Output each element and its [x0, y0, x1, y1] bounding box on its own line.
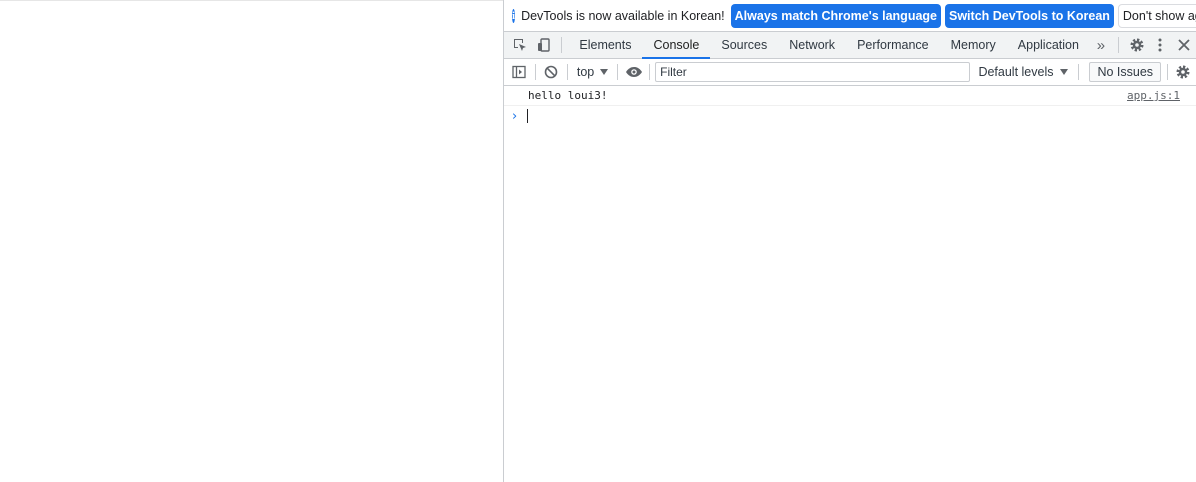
tab-bar-separator	[1117, 37, 1119, 53]
prompt-chevron-icon: ›	[512, 108, 518, 124]
tab-elements[interactable]: Elements	[568, 32, 642, 58]
device-toolbar-icon[interactable]	[532, 32, 556, 58]
text-cursor	[527, 109, 528, 123]
console-toolbar: top Default levels No Issues	[504, 59, 1196, 86]
inspect-element-icon[interactable]	[508, 32, 532, 58]
devtools-panel: i DevTools is now available in Korean! A…	[504, 0, 1196, 482]
console-output: hello loui3! app.js:1 ›	[504, 86, 1196, 482]
switch-to-korean-button[interactable]: Switch DevTools to Korean	[945, 3, 1114, 28]
info-icon: i	[512, 8, 516, 23]
toolbar-separator	[617, 64, 619, 80]
toolbar-separator	[534, 64, 536, 80]
toolbar-separator	[566, 64, 568, 80]
issues-button[interactable]: No Issues	[1089, 62, 1162, 82]
log-levels-dropdown[interactable]: Default levels	[978, 59, 1068, 85]
console-prompt[interactable]: ›	[504, 106, 1196, 126]
live-expression-eye-icon[interactable]	[621, 59, 646, 85]
tab-network[interactable]: Network	[778, 32, 846, 58]
sidebar-toggle-icon[interactable]	[507, 59, 532, 85]
always-match-language-button[interactable]: Always match Chrome's language	[730, 3, 941, 28]
dont-show-again-button[interactable]: Don't show again	[1117, 3, 1196, 28]
toolbar-separator	[649, 64, 651, 80]
console-settings-icon[interactable]	[1171, 59, 1196, 85]
more-tabs-icon[interactable]: »	[1090, 37, 1112, 54]
settings-gear-icon[interactable]	[1125, 32, 1149, 58]
tab-sources[interactable]: Sources	[710, 32, 778, 58]
infobar-message: DevTools is now available in Korean!	[521, 8, 725, 23]
log-levels-label: Default levels	[978, 65, 1054, 79]
toolbar-separator	[1077, 64, 1079, 80]
console-message: hello loui3! app.js:1	[504, 86, 1196, 106]
tab-bar-separator	[561, 37, 563, 53]
inspected-page-viewport	[0, 0, 503, 482]
toolbar-separator	[1167, 64, 1168, 80]
kebab-menu-icon[interactable]	[1148, 32, 1172, 58]
tab-memory[interactable]: Memory	[940, 32, 1007, 58]
chevron-down-icon	[600, 69, 609, 75]
console-message-source-link[interactable]: app.js:1	[1127, 89, 1196, 102]
console-filter-input[interactable]	[655, 62, 971, 82]
devtools-tab-bar: Elements Console Sources Network Perform…	[504, 32, 1196, 59]
tab-application[interactable]: Application	[1007, 32, 1090, 58]
close-icon[interactable]	[1172, 32, 1196, 58]
language-infobar: i DevTools is now available in Korean! A…	[504, 0, 1196, 32]
execution-context-select[interactable]: top	[571, 59, 614, 85]
clear-console-icon[interactable]	[539, 59, 564, 85]
tab-performance[interactable]: Performance	[846, 32, 940, 58]
console-message-text: hello loui3!	[528, 89, 608, 102]
tab-console[interactable]: Console	[642, 32, 711, 59]
chevron-down-icon	[1059, 69, 1068, 75]
execution-context-label: top	[576, 65, 595, 79]
